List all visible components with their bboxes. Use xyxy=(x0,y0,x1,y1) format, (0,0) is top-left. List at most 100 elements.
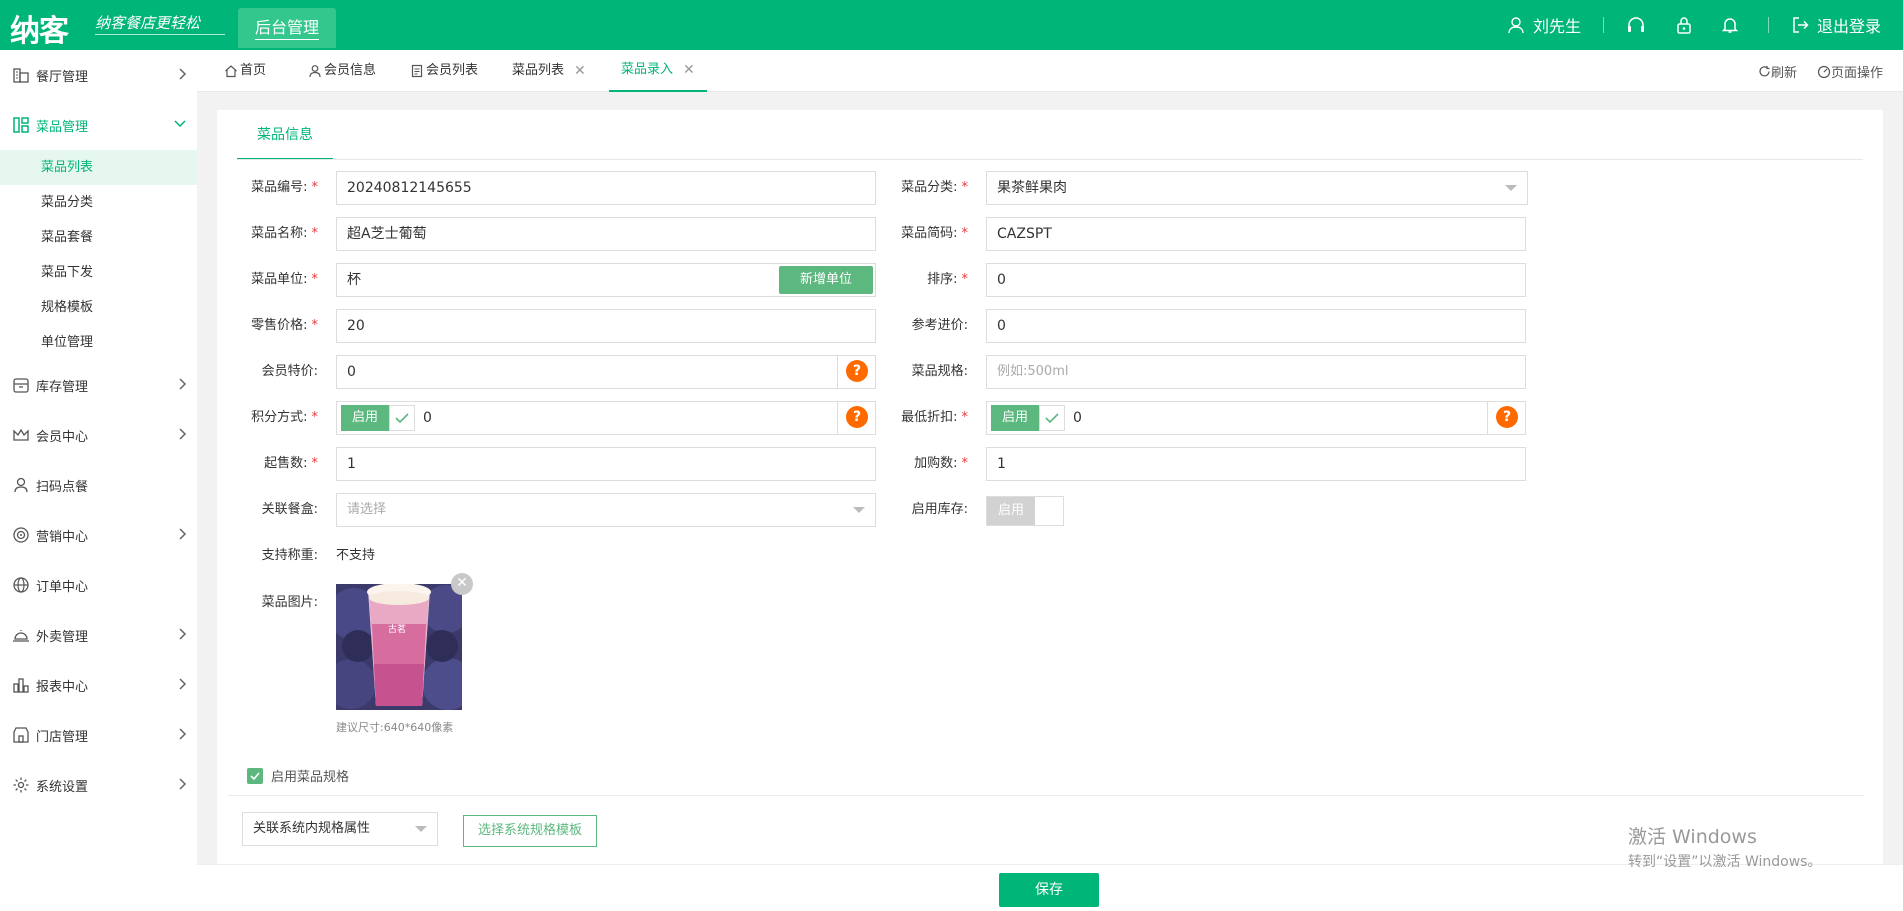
spec-input[interactable]: 例如:500ml xyxy=(986,355,1526,389)
sidebar-item-restaurant[interactable]: 餐厅管理 xyxy=(0,50,197,100)
sidebar-item-scan-order[interactable]: 扫码点餐 xyxy=(0,460,197,510)
code-input[interactable]: 20240812145655 xyxy=(336,171,876,205)
target-icon xyxy=(13,527,29,543)
short-code-input[interactable]: CAZSPT xyxy=(986,217,1526,251)
stock-toggle[interactable]: 启用 xyxy=(986,496,1064,526)
tab-member-info[interactable]: 会员信息 xyxy=(308,50,376,92)
lock-icon xyxy=(1677,17,1691,34)
chevron-right-icon xyxy=(179,428,187,440)
short-code-label: 菜品简码: * xyxy=(901,226,968,241)
headset-icon xyxy=(1627,17,1644,32)
unit-label: 菜品单位: * xyxy=(251,272,318,287)
sidebar-item-member[interactable]: 会员中心 xyxy=(0,410,197,460)
bell-icon xyxy=(1721,18,1738,33)
weigh-value: 不支持 xyxy=(336,548,376,563)
chevron-right-icon xyxy=(179,628,187,640)
logout-button[interactable]: 退出登录 xyxy=(1791,13,1881,37)
price-input[interactable]: 20 xyxy=(336,309,876,343)
tab-dish-list[interactable]: 菜品列表 ✕ xyxy=(512,50,586,92)
enable-spec-checkbox[interactable]: 启用菜品规格 xyxy=(247,766,349,785)
check-icon xyxy=(250,771,260,780)
box-label: 关联餐盒: xyxy=(261,502,318,517)
chevron-down-icon xyxy=(415,826,427,832)
add-qty-input[interactable]: 1 xyxy=(986,447,1526,481)
dish-photo xyxy=(336,584,462,710)
sidebar-sub-dish-list[interactable]: 菜品列表 xyxy=(0,150,197,185)
add-unit-button[interactable]: 新增单位 xyxy=(779,266,873,294)
points-field[interactable]: 启用 0 ? xyxy=(336,401,876,435)
discount-field[interactable]: 启用 0 ? xyxy=(986,401,1526,435)
top-bar: 纳客 纳客餐店更轻松 后台管理 刘先生 退出登录 xyxy=(0,0,1903,50)
gear-icon xyxy=(13,777,29,793)
chevron-down-icon xyxy=(174,120,186,128)
sidebar-sub-dish-dispatch[interactable]: 菜品下发 xyxy=(0,255,197,290)
member-price-label: 会员特价: xyxy=(261,364,318,379)
member-price-input[interactable]: 0 ? xyxy=(336,355,876,389)
save-button[interactable]: 保存 xyxy=(999,873,1099,907)
category-label: 菜品分类: * xyxy=(901,180,968,195)
remove-image-button[interactable]: ✕ xyxy=(451,573,473,595)
checkbox-checked[interactable] xyxy=(247,767,263,784)
tab-backend-management[interactable]: 后台管理 xyxy=(238,8,336,48)
lock-button[interactable] xyxy=(1676,16,1700,34)
ref-price-label: 参考进价: xyxy=(911,318,968,333)
check-icon xyxy=(1045,413,1059,424)
chevron-right-icon xyxy=(179,68,187,80)
help-icon[interactable]: ? xyxy=(846,360,868,382)
windows-activation-watermark: 激活 Windows 转到“设置”以激活 Windows。 xyxy=(1628,826,1822,870)
cup-logo: 古茗 xyxy=(388,625,407,635)
sidebar-item-takeaway[interactable]: 外卖管理 xyxy=(0,610,197,660)
tab-dish-info[interactable]: 菜品信息 xyxy=(237,110,333,160)
headset-button[interactable] xyxy=(1626,16,1654,34)
tab-member-list[interactable]: 会员列表 xyxy=(410,50,478,92)
slogan: 纳客餐店更轻松 xyxy=(95,14,201,32)
refresh-button[interactable]: 刷新 xyxy=(1758,62,1797,81)
bar-chart-icon xyxy=(13,678,29,693)
discount-toggle[interactable]: 启用 xyxy=(991,405,1039,431)
sort-input[interactable]: 0 xyxy=(986,263,1526,297)
notification-button[interactable] xyxy=(1721,16,1746,34)
spec-attribute-select[interactable]: 关联系统内规格属性 xyxy=(242,812,438,846)
globe-icon xyxy=(13,577,29,593)
dish-image[interactable]: 古茗 xyxy=(336,584,462,710)
points-toggle[interactable]: 启用 xyxy=(341,405,389,431)
sidebar-item-marketing[interactable]: 营销中心 xyxy=(0,510,197,560)
sidebar-sub-spec-template[interactable]: 规格模板 xyxy=(0,290,197,325)
discount-label: 最低折扣: * xyxy=(901,410,968,425)
min-qty-input[interactable]: 1 xyxy=(336,447,876,481)
chevron-right-icon xyxy=(179,728,187,740)
sort-label: 排序: * xyxy=(927,272,968,287)
category-select[interactable]: 果茶鲜果肉 xyxy=(986,171,1528,205)
page-ops-button[interactable]: 页面操作 xyxy=(1817,62,1883,81)
sidebar-item-dish[interactable]: 菜品管理 xyxy=(0,100,197,150)
help-icon[interactable]: ? xyxy=(1496,406,1518,428)
chevron-down-icon xyxy=(853,507,865,513)
sidebar-sub-dish-category[interactable]: 菜品分类 xyxy=(0,185,197,220)
choose-spec-template-button[interactable]: 选择系统规格模板 xyxy=(463,815,597,847)
points-label: 积分方式: * xyxy=(251,410,318,425)
sidebar-item-inventory[interactable]: 库存管理 xyxy=(0,360,197,410)
help-icon[interactable]: ? xyxy=(846,406,868,428)
user-menu[interactable]: 刘先生 xyxy=(1507,13,1581,37)
sidebar-item-reports[interactable]: 报表中心 xyxy=(0,660,197,710)
sidebar-item-stores[interactable]: 门店管理 xyxy=(0,710,197,760)
tab-dish-entry[interactable]: 菜品录入 ✕ xyxy=(609,50,707,92)
chevron-down-icon xyxy=(1505,185,1517,191)
points-check[interactable] xyxy=(389,405,415,431)
close-icon[interactable]: ✕ xyxy=(574,49,586,93)
tab-home[interactable]: 首页 xyxy=(224,50,266,92)
sidebar-item-orders[interactable]: 订单中心 xyxy=(0,560,197,610)
store-icon xyxy=(13,727,29,743)
discount-check[interactable] xyxy=(1039,405,1065,431)
box-select[interactable]: 请选择 xyxy=(336,493,876,527)
name-input[interactable]: 超A芝士葡萄 xyxy=(336,217,876,251)
ref-price-input[interactable]: 0 xyxy=(986,309,1526,343)
sidebar-sub-unit-management[interactable]: 单位管理 xyxy=(0,325,197,360)
close-icon[interactable]: ✕ xyxy=(683,48,695,92)
sidebar-item-settings[interactable]: 系统设置 xyxy=(0,760,197,810)
spec-label: 菜品规格: xyxy=(911,364,968,379)
stock-label: 启用库存: xyxy=(911,502,968,517)
weigh-label: 支持称重: xyxy=(261,548,318,563)
sidebar-sub-dish-set[interactable]: 菜品套餐 xyxy=(0,220,197,255)
cloche-icon xyxy=(13,630,29,642)
